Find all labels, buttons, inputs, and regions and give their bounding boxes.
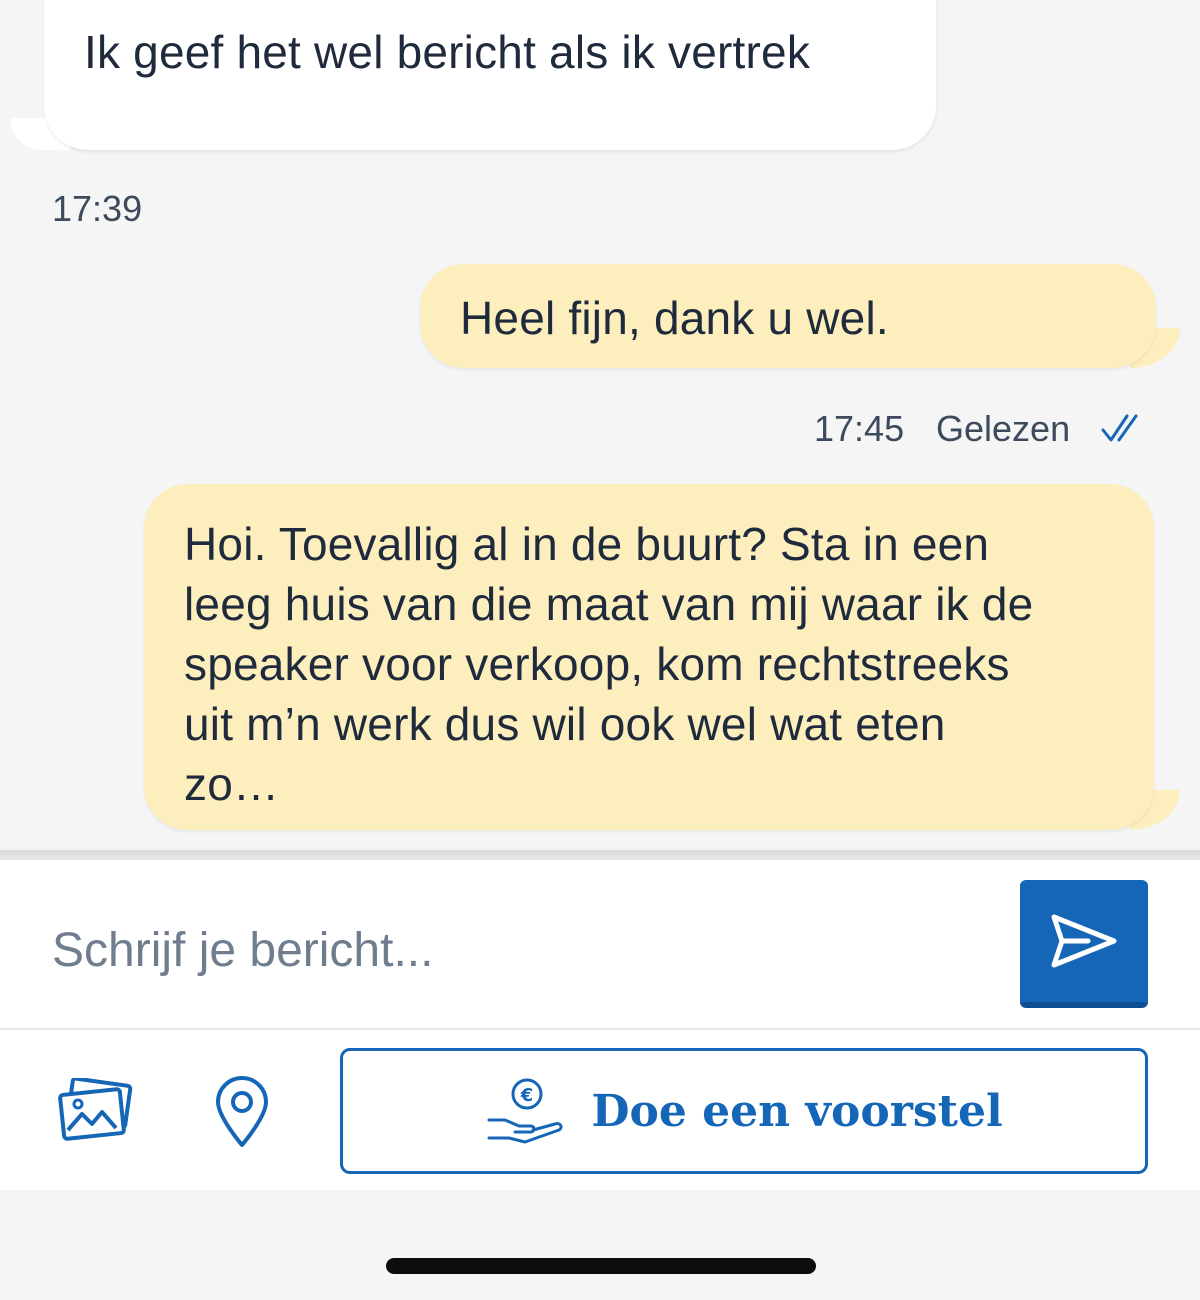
add-photo-button[interactable] <box>58 1078 134 1142</box>
hand-euro-icon: € <box>487 1078 563 1144</box>
read-status: Gelezen <box>936 408 1071 449</box>
home-indicator[interactable] <box>386 1258 816 1274</box>
bottom-safe-area <box>0 1190 1200 1300</box>
svg-text:€: € <box>520 1085 534 1106</box>
message-timestamp: 17:39 <box>52 188 143 229</box>
location-pin-icon <box>216 1076 268 1147</box>
message-line: uit m’n werk dus wil ook wel wat eten <box>184 698 946 750</box>
photos-icon <box>58 1078 133 1141</box>
message-bubble-outgoing: Heel fijn, dank u wel. <box>420 264 1156 368</box>
message-bubble-incoming: Ik geef het wel bericht als ik vertrek <box>44 0 936 150</box>
message-line: speaker voor verkoop, kom rechtstreeks <box>184 638 1010 690</box>
send-button[interactable] <box>1020 880 1148 1008</box>
message-input[interactable] <box>52 920 972 980</box>
message-text: Heel fijn, dank u wel. <box>460 292 889 344</box>
message-composer <box>0 860 1200 1030</box>
message-text: Ik geef het wel bericht als ik vertrek <box>84 26 811 78</box>
message-bubble-outgoing: Hoi. Toevallig al in de buurt? Sta in ee… <box>144 484 1154 830</box>
make-offer-label: Doe een voorstel <box>591 1085 1003 1137</box>
message-timestamp: 17:45 <box>814 408 905 449</box>
make-offer-button[interactable]: € Doe een voorstel <box>340 1048 1148 1174</box>
message-line: leeg huis van die maat van mij waar ik d… <box>184 578 1034 630</box>
send-icon <box>1051 914 1117 968</box>
share-location-button[interactable] <box>212 1074 272 1150</box>
action-bar: € Doe een voorstel <box>0 1030 1200 1190</box>
message-line: Hoi. Toevallig al in de buurt? Sta in ee… <box>184 518 990 570</box>
double-check-icon <box>1101 414 1138 442</box>
message-line: zo… <box>184 758 280 810</box>
